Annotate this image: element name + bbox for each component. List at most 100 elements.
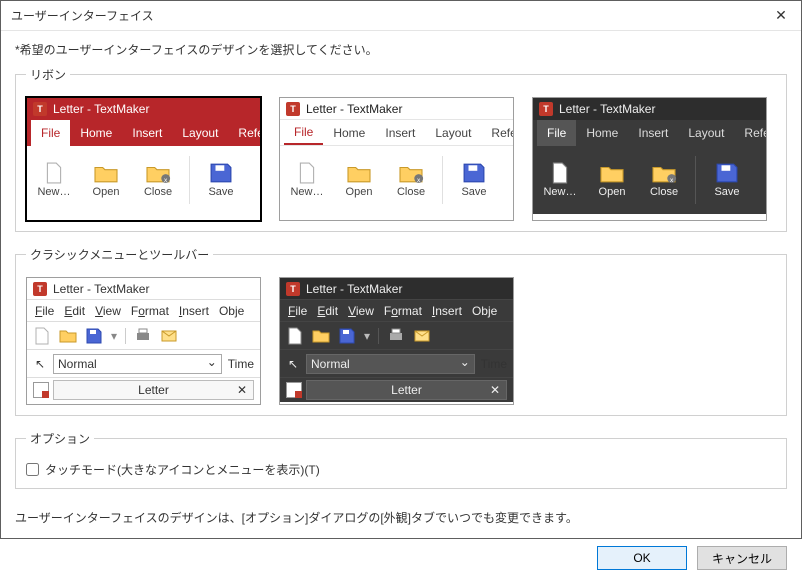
separator bbox=[378, 328, 379, 344]
app-logo-icon: T bbox=[539, 102, 553, 116]
tab-layout: Layout bbox=[678, 120, 734, 146]
menu-edit: Edit bbox=[317, 304, 338, 318]
separator bbox=[695, 156, 696, 204]
preview-title: Letter - TextMaker bbox=[53, 102, 149, 116]
rb-new: New… bbox=[286, 162, 328, 198]
save-icon bbox=[207, 162, 235, 184]
group-ribbon-legend: リボン bbox=[26, 66, 70, 83]
doc-tab: Letter✕ bbox=[306, 380, 507, 400]
save-icon bbox=[460, 162, 488, 184]
classic-thumbnails: T Letter - TextMaker File Edit View Form… bbox=[26, 277, 776, 405]
tab-home: Home bbox=[70, 120, 122, 146]
classic-option-dark[interactable]: T Letter - TextMaker File Edit View Form… bbox=[279, 277, 514, 405]
menu-file: File bbox=[35, 304, 54, 318]
mail-icon bbox=[160, 327, 178, 345]
tab-file: File bbox=[284, 120, 323, 145]
folder-open-icon bbox=[598, 162, 626, 184]
separator bbox=[125, 328, 126, 344]
menu-insert: Insert bbox=[432, 304, 462, 318]
app-logo-icon: T bbox=[286, 282, 300, 296]
preview-title: Letter - TextMaker bbox=[306, 102, 402, 116]
touch-mode-label: タッチモード(大きなアイコンとメニューを表示)(T) bbox=[45, 461, 320, 478]
app-logo-icon: T bbox=[286, 102, 300, 116]
group-options: オプション タッチモード(大きなアイコンとメニューを表示)(T) bbox=[15, 430, 787, 489]
group-classic: クラシックメニューとツールバー T Letter - TextMaker Fil… bbox=[15, 246, 787, 416]
prompt-text: *希望のユーザーインターフェイスのデザインを選択してください。 bbox=[15, 41, 787, 58]
rb-close: x Close bbox=[137, 162, 179, 198]
touch-mode-checkbox[interactable] bbox=[26, 463, 39, 476]
toolbar: ▾ bbox=[280, 322, 513, 350]
tab-file: File bbox=[537, 120, 576, 146]
dialog-window: ユーザーインターフェイス ✕ *希望のユーザーインターフェイスのデザインを選択し… bbox=[0, 0, 802, 539]
group-classic-legend: クラシックメニューとツールバー bbox=[26, 246, 213, 263]
group-ribbon: リボン T Letter - TextMaker File Home Inser… bbox=[15, 66, 787, 232]
doc-tab-icon bbox=[286, 382, 302, 398]
menu-view: View bbox=[348, 304, 374, 318]
document-icon bbox=[293, 162, 321, 184]
close-icon: ✕ bbox=[490, 383, 500, 397]
preview-title: Letter - TextMaker bbox=[559, 102, 655, 116]
rb-new: New… bbox=[539, 162, 581, 198]
ribbon-option-light[interactable]: T Letter - TextMaker File Home Insert La… bbox=[279, 97, 514, 221]
ok-button[interactable]: OK bbox=[597, 546, 687, 570]
tab-file: File bbox=[31, 120, 70, 146]
cursor-icon: ↖ bbox=[33, 357, 47, 371]
rb-new: New… bbox=[33, 162, 75, 198]
save-icon bbox=[713, 162, 741, 184]
rb-open: Open bbox=[338, 162, 380, 198]
cancel-button[interactable]: キャンセル bbox=[697, 546, 787, 570]
document-icon bbox=[40, 162, 68, 184]
menu-insert: Insert bbox=[179, 304, 209, 318]
close-icon[interactable]: ✕ bbox=[761, 1, 801, 31]
cursor-icon: ↖ bbox=[286, 357, 300, 371]
folder-close-icon: x bbox=[397, 162, 425, 184]
save-icon bbox=[85, 327, 103, 345]
menu-view: View bbox=[95, 304, 121, 318]
dropdown-icon: ▾ bbox=[111, 329, 117, 343]
folder-open-icon bbox=[345, 162, 373, 184]
rb-close: x Close bbox=[390, 162, 432, 198]
tab-insert: Insert bbox=[375, 120, 425, 145]
mail-icon bbox=[413, 327, 431, 345]
format-bar: ↖ Normal Time bbox=[280, 350, 513, 378]
rb-save: Save bbox=[200, 162, 242, 198]
toolbar: ▾ bbox=[27, 322, 260, 350]
menu-bar: File Edit View Format Insert Obje bbox=[280, 300, 513, 322]
dialog-title: ユーザーインターフェイス bbox=[11, 7, 761, 24]
info-text: ユーザーインターフェイスのデザインは、[オプション]ダイアログの[外観]タブでい… bbox=[15, 509, 787, 526]
ribbon-thumbnails: T Letter - TextMaker File Home Insert La… bbox=[26, 97, 776, 221]
rb-open: Open bbox=[85, 162, 127, 198]
folder-open-icon bbox=[312, 327, 330, 345]
ribbon-option-red[interactable]: T Letter - TextMaker File Home Insert La… bbox=[26, 97, 261, 221]
folder-close-icon: x bbox=[144, 162, 172, 184]
doc-tabbar: Letter✕ bbox=[280, 378, 513, 402]
rb-open: Open bbox=[591, 162, 633, 198]
menu-obje: Obje bbox=[472, 304, 497, 318]
folder-close-icon: x bbox=[650, 162, 678, 184]
tab-home: Home bbox=[576, 120, 628, 146]
preview-title: Letter - TextMaker bbox=[53, 282, 149, 296]
separator bbox=[442, 156, 443, 204]
print-icon bbox=[387, 327, 405, 345]
document-icon bbox=[286, 327, 304, 345]
tab-insert: Insert bbox=[122, 120, 172, 146]
app-logo-icon: T bbox=[33, 282, 47, 296]
ribbon-option-dark[interactable]: T Letter - TextMaker File Home Insert La… bbox=[532, 97, 767, 221]
document-icon bbox=[33, 327, 51, 345]
menu-file: File bbox=[288, 304, 307, 318]
folder-open-icon bbox=[59, 327, 77, 345]
separator bbox=[189, 156, 190, 204]
print-icon bbox=[134, 327, 152, 345]
menu-edit: Edit bbox=[64, 304, 85, 318]
touch-mode-row[interactable]: タッチモード(大きなアイコンとメニューを表示)(T) bbox=[26, 461, 776, 478]
content: *希望のユーザーインターフェイスのデザインを選択してください。 リボン T Le… bbox=[1, 31, 801, 536]
dropdown-icon: ▾ bbox=[364, 329, 370, 343]
menu-obje: Obje bbox=[219, 304, 244, 318]
classic-option-light[interactable]: T Letter - TextMaker File Edit View Form… bbox=[26, 277, 261, 405]
rb-save: Save bbox=[706, 162, 748, 198]
format-bar: ↖ Normal Time bbox=[27, 350, 260, 378]
document-icon bbox=[546, 162, 574, 184]
tab-home: Home bbox=[323, 120, 375, 145]
group-options-legend: オプション bbox=[26, 430, 94, 447]
side-label: Time bbox=[228, 357, 254, 371]
